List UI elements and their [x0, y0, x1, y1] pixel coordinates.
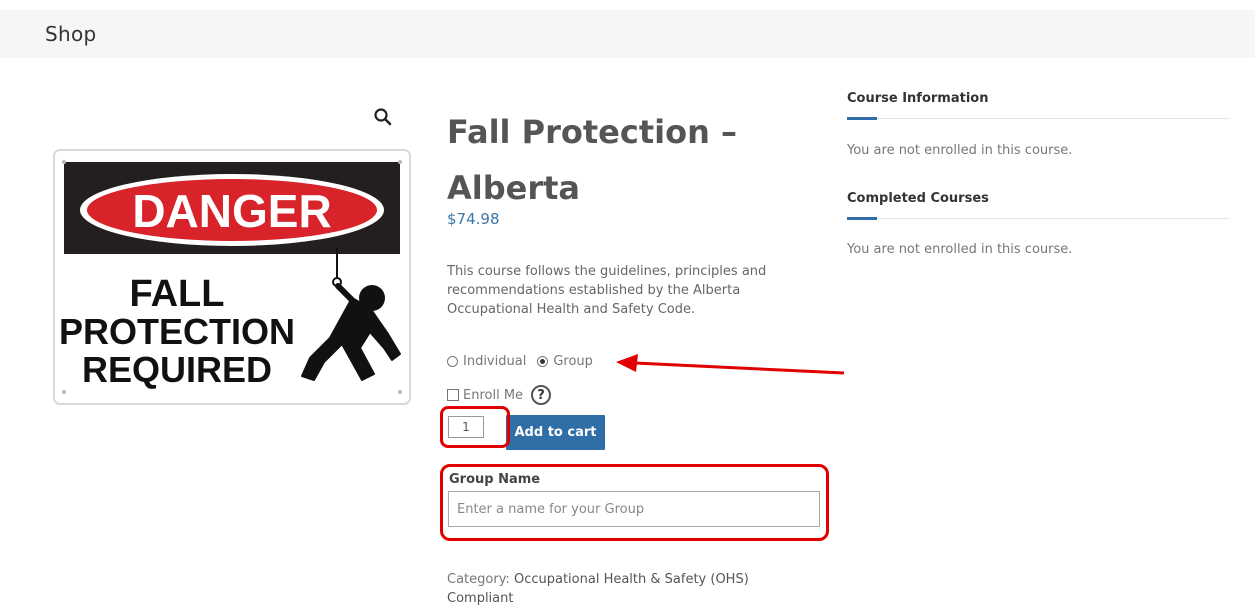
individual-radio[interactable]: [447, 356, 458, 367]
sign-line-1: FALL: [130, 273, 225, 315]
course-information-divider: [847, 117, 1229, 120]
group-label[interactable]: Group: [553, 354, 593, 369]
sign-line-3: REQUIRED: [82, 349, 272, 390]
course-information-heading: Course Information: [847, 91, 989, 106]
product-description: This course follows the guidelines, prin…: [447, 264, 767, 317]
enroll-me-checkbox[interactable]: [447, 389, 459, 401]
add-to-cart-button[interactable]: Add to cart: [506, 415, 605, 450]
quantity-input[interactable]: 1: [448, 416, 484, 438]
group-radio[interactable]: [537, 356, 549, 367]
enroll-me-label[interactable]: Enroll Me: [463, 388, 523, 403]
enrollment-type-options: Individual Group: [447, 354, 593, 369]
individual-label[interactable]: Individual: [463, 354, 526, 369]
help-icon[interactable]: ?: [531, 385, 552, 405]
annotation-arrow-icon: [616, 354, 845, 375]
completed-courses-heading: Completed Courses: [847, 191, 989, 206]
enroll-me-row: Enroll Me ?: [447, 385, 552, 405]
completed-courses-divider: [847, 217, 1229, 220]
sign-line-2: PROTECTION: [59, 311, 295, 352]
course-information-text: You are not enrolled in this course.: [847, 143, 1073, 158]
magnifier-icon[interactable]: [373, 107, 393, 127]
group-name-input[interactable]: [448, 491, 820, 527]
product-title: Fall Protection – Alberta: [447, 113, 738, 207]
page-title: Shop: [45, 22, 97, 46]
sign-danger-text: DANGER: [132, 185, 331, 237]
group-name-label: Group Name: [449, 472, 541, 487]
page-header: [0, 10, 1255, 58]
product-category: Category: Occupational Health & Safety (…: [447, 570, 807, 608]
product-price: $74.98: [447, 210, 500, 228]
category-label: Category:: [447, 572, 510, 587]
completed-courses-text: You are not enrolled in this course.: [847, 242, 1073, 257]
product-image[interactable]: DANGER FALL PROTECTION REQUIRED: [52, 148, 412, 406]
